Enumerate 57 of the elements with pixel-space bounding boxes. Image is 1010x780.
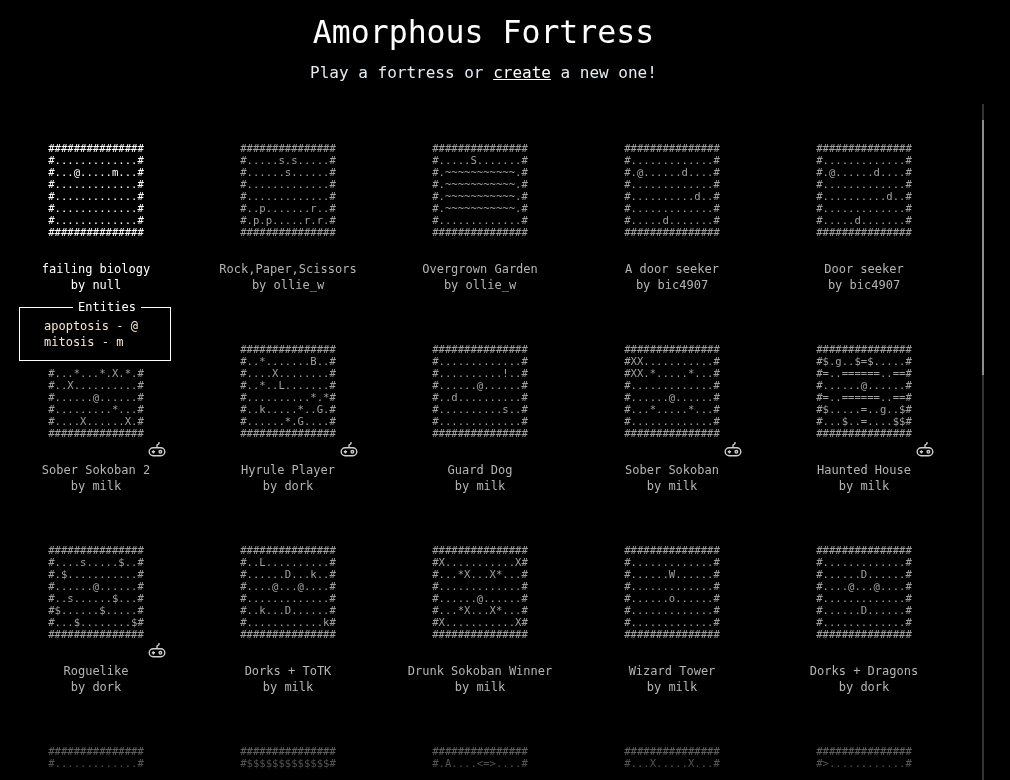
scrollbar-thumb[interactable]: [982, 120, 984, 375]
author-byline: by null: [70, 277, 122, 293]
entity-entry: mitosis - m: [44, 334, 124, 350]
author-byline: by ollie_w: [251, 277, 325, 293]
ascii-map[interactable]: ############### #.............# #...@.....m...# #.............# #.............# #.............# #.............# ###############: [48, 142, 144, 238]
author-byline: by milk: [70, 478, 122, 494]
author-byline: by milk: [262, 679, 314, 695]
ascii-map[interactable]: ############### #$$$$$$$$$$$$$#: [240, 745, 336, 769]
author-byline: by bic4907: [635, 277, 709, 293]
author-byline: by milk: [454, 478, 506, 494]
page-title: Amorphous Fortress: [312, 13, 655, 51]
ascii-map[interactable]: ############### #.A....<=>....#: [432, 745, 528, 769]
fortress-title: Hyrule Player: [241, 462, 335, 478]
fortress-title: A door seeker: [625, 261, 719, 277]
fortress-title: Door seeker: [824, 261, 904, 277]
ascii-map[interactable]: ############### #.............# #......D......# #....@...@....# #.............# #......D......# #.............# ###############: [816, 544, 912, 640]
fortress-title: Dorks + ToTK: [244, 663, 332, 679]
ascii-map[interactable]: ############### #$.g..$=$.....# #=..======..==# #......@......# #=..======..==# #$.....=..g..$# #...$..=....$$# ###############: [816, 343, 912, 439]
fortress-title: Sober Sokoban: [625, 462, 719, 478]
author-byline: by dork: [262, 478, 314, 494]
popup-title: Entities: [77, 299, 137, 315]
author-byline: by milk: [454, 679, 506, 695]
fortress-title: Dorks + Dragons: [809, 663, 919, 679]
author-byline: by milk: [646, 679, 698, 695]
author-byline: by dork: [70, 679, 122, 695]
fortress-title: Rock,Paper,Scissors: [219, 261, 357, 277]
ascii-map[interactable]: ############### #XX...........# #XX.*.....*...# #.............# #......@......# #...*.....*...# #.............# ###############: [624, 343, 720, 439]
ascii-map[interactable]: ############### #.....S.......# #.~~~~~~~~~~~.# #.~~~~~~~~~~~.# #.~~~~~~~~~~~.# #.~~~~~~~~~~~.# #.............# ###############: [432, 142, 528, 238]
author-byline: by milk: [646, 478, 698, 494]
ascii-map[interactable]: ############### #..*.......B..# #....X........# #..*..L.......# #..........*.*# #..k.....*..G.# #......*.G....# ###############: [240, 343, 336, 439]
fortress-title: Overgrown Garden: [422, 261, 538, 277]
entity-entry: apoptosis - @: [44, 318, 138, 334]
author-byline: by dork: [838, 679, 890, 695]
fortress-title: Guard Dog: [447, 462, 513, 478]
fortress-title: Drunk Sokoban Winner: [407, 663, 553, 679]
ascii-map[interactable]: ############### #.............# #.@......d....# #.............# #..........d..# #.............# #.....d.......# ###############: [816, 142, 912, 238]
ascii-map[interactable]: ############### #X...........X# #...*X...X*...# #.............# #......@......# #...*X...X*...# #X...........X# ###############: [432, 544, 528, 640]
ascii-map[interactable]: ############### #.............# #.@......d....# #.............# #..........d..# #.............# #.....d.......# ###############: [624, 142, 720, 238]
page-subtitle: Play a fortress or create a new one!: [310, 62, 657, 84]
author-byline: by milk: [838, 478, 890, 494]
author-byline: by bic4907: [827, 277, 901, 293]
author-byline: by ollie_w: [443, 277, 517, 293]
ascii-map[interactable]: ############### #..L..........# #......D...k..# #....@...@....# #.............# #..k...D......# #............k# ###############: [240, 544, 336, 640]
ascii-map[interactable]: ############### #.............#: [48, 745, 144, 769]
fortress-title: Wizard Tower: [628, 663, 716, 679]
ascii-map[interactable]: ############### #>............#: [816, 745, 912, 769]
ascii-map[interactable]: ############### #...X.....X...#: [624, 745, 720, 769]
ascii-map[interactable]: #...*...*.X.*.# #..X..........# #......@......# #.........*...# #....X......X.# ###############: [48, 367, 144, 439]
ascii-map[interactable]: ############### #.....s.s.....# #......s......# #.............# #.............# #..p.......r..# #.p.p.....r.r.# ###############: [240, 142, 336, 238]
ascii-map[interactable]: ############### #....s.....$..# #.$...........# #......@......# #..s......$...# #$......$.....# #...$........$# ###############: [48, 544, 144, 640]
fortress-title: Roguelike: [63, 663, 129, 679]
fortress-title: Haunted House: [817, 462, 911, 478]
fortress-title: failing biology: [41, 261, 151, 277]
ascii-map[interactable]: ############### #.............# #..........!..# #......@......# #..d..........# #..........s..# #.............# ###############: [432, 343, 528, 439]
ascii-map[interactable]: ############### #.............# #......W......# #.............# #......o......# #.............# #.............# ###############: [624, 544, 720, 640]
fortress-title: Sober Sokoban 2: [41, 462, 151, 478]
create-link[interactable]: create: [493, 63, 551, 82]
